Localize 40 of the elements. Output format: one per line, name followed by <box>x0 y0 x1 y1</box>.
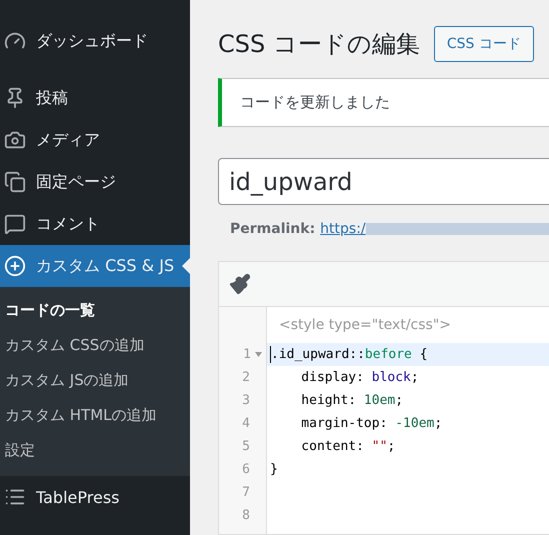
code-line: display: block; <box>300 370 419 385</box>
pages-icon <box>4 171 26 193</box>
text-cursor <box>270 346 271 363</box>
line-number: 7 <box>242 485 250 500</box>
menu-item[interactable]: コメント <box>0 203 190 245</box>
menu-item[interactable]: カスタム CSS & JS <box>0 245 190 287</box>
menu-item[interactable]: ダッシュボード <box>0 20 190 62</box>
page-title: CSS コードの編集 <box>218 29 420 60</box>
submenu-item[interactable]: 設定 <box>0 433 190 468</box>
menu-item[interactable]: メディア <box>0 119 190 161</box>
style-tag-text: <style type="text/css"> <box>278 316 452 335</box>
permalink-link[interactable]: https:/ <box>320 221 366 237</box>
permalink-label: Permalink: <box>230 221 316 237</box>
menu-item[interactable]: TablePress <box>0 476 190 518</box>
add-code-button[interactable]: CSS コード <box>434 26 534 62</box>
brush-icon[interactable] <box>229 273 251 295</box>
menu-item[interactable]: 投稿 <box>0 77 190 119</box>
fold-arrow-icon[interactable] <box>255 352 262 357</box>
code-line: height: 10em; <box>300 393 404 408</box>
camera-icon <box>4 129 26 151</box>
line-number: 3 <box>242 393 250 408</box>
code-line: margin-top: -10em; <box>300 416 442 431</box>
line-number: 1 <box>243 347 251 362</box>
line-number: 6 <box>242 462 250 477</box>
line-number: 8 <box>242 508 250 523</box>
menu-item[interactable]: 固定ページ <box>0 161 190 203</box>
submenu-item[interactable]: カスタム JSの追加 <box>0 363 190 398</box>
submenu-item[interactable]: コードの一覧 <box>0 293 190 328</box>
code-line: .id_upward::before { <box>271 347 428 362</box>
submenu-item[interactable]: カスタム HTMLの追加 <box>0 398 190 433</box>
speech-bubble-icon <box>4 213 26 235</box>
success-notice: コードを更新しました <box>218 78 549 127</box>
plus-circle-icon <box>4 255 26 277</box>
title-field[interactable]: id_upward <box>218 158 549 205</box>
line-number: 5 <box>242 439 250 454</box>
code-line: content: ""; <box>300 439 396 454</box>
submenu-item[interactable]: カスタム CSSの追加 <box>0 328 190 363</box>
code-line: } <box>270 462 278 477</box>
line-number: 4 <box>242 416 250 431</box>
line-number: 2 <box>242 370 250 385</box>
